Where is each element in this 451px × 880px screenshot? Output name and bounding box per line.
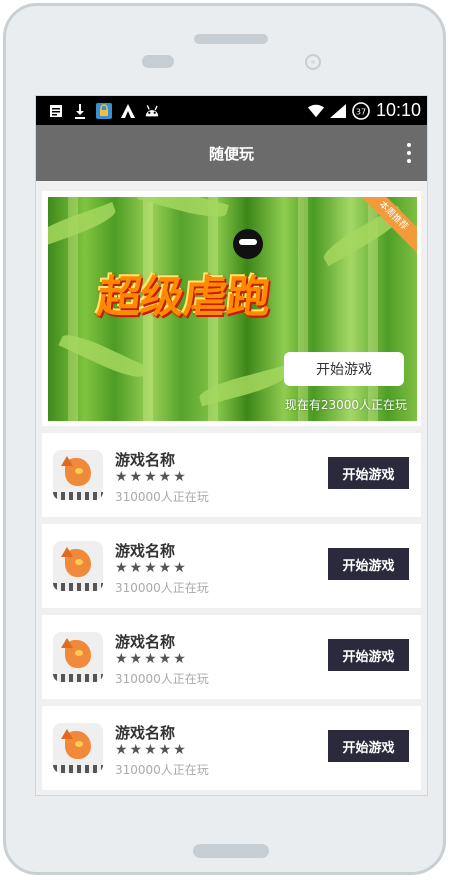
featured-start-button[interactable]: 开始游戏 <box>284 352 404 386</box>
players-count: 310000人正在玩 <box>115 672 209 686</box>
featured-card: 超级虐跑 本周推荐 开始游戏 现在有23000人正在玩 <box>42 191 421 426</box>
battery-level: 37 <box>356 107 366 116</box>
sensor <box>142 55 174 68</box>
phone-frame: 37 10:10 随便玩 超级虐跑 本周推荐 开始游戏 现在有23000人正在玩… <box>3 3 446 875</box>
players-count: 310000人正在玩 <box>115 581 209 595</box>
star-rating: ★★★★★ <box>115 651 188 667</box>
game-icon <box>53 450 103 500</box>
ninja-icon <box>233 229 263 259</box>
game-icon <box>53 632 103 682</box>
start-game-button[interactable]: 开始游戏 <box>328 730 409 762</box>
signal-icon <box>329 103 346 119</box>
lock-app-icon <box>96 102 112 119</box>
list-item[interactable]: 游戏名称 ★★★★★ 310000人正在玩 开始游戏 <box>42 615 421 699</box>
clock: 10:10 <box>375 100 421 120</box>
featured-players-count: 现在有23000人正在玩 <box>284 398 407 412</box>
home-button[interactable] <box>193 844 269 858</box>
game-name: 游戏名称 <box>115 633 176 651</box>
featured-banner[interactable]: 超级虐跑 本周推荐 开始游戏 现在有23000人正在玩 <box>48 197 417 421</box>
players-count: 310000人正在玩 <box>115 763 209 777</box>
start-game-button[interactable]: 开始游戏 <box>328 639 409 671</box>
status-bar: 37 10:10 <box>36 96 427 125</box>
star-rating: ★★★★★ <box>115 560 188 576</box>
start-game-button[interactable]: 开始游戏 <box>328 457 409 489</box>
game-name: 游戏名称 <box>115 451 176 469</box>
speaker-grille <box>194 34 268 44</box>
game-icon <box>53 723 103 773</box>
game-icon <box>53 541 103 591</box>
screen: 37 10:10 随便玩 超级虐跑 本周推荐 开始游戏 现在有23000人正在玩… <box>35 95 428 796</box>
featured-game-title: 超级虐跑 <box>94 272 273 323</box>
wifi-icon <box>307 103 324 119</box>
document-icon <box>48 103 64 119</box>
download-icon <box>72 103 88 119</box>
star-rating: ★★★★★ <box>115 469 188 485</box>
game-list: 超级虐跑 本周推荐 开始游戏 现在有23000人正在玩 游戏名称 ★★★★★ 3… <box>36 181 427 790</box>
star-rating: ★★★★★ <box>115 742 188 758</box>
app-bar: 随便玩 <box>36 125 427 181</box>
front-camera <box>305 54 321 70</box>
page-title: 随便玩 <box>208 144 254 163</box>
players-count: 310000人正在玩 <box>115 490 209 504</box>
list-item[interactable]: 游戏名称 ★★★★★ 310000人正在玩 开始游戏 <box>42 433 421 517</box>
more-vert-icon[interactable] <box>405 143 413 163</box>
game-name: 游戏名称 <box>115 724 176 742</box>
battery-icon: 37 <box>352 101 370 120</box>
list-item[interactable]: 游戏名称 ★★★★★ 310000人正在玩 开始游戏 <box>42 706 421 790</box>
android-icon <box>144 103 160 119</box>
start-game-button[interactable]: 开始游戏 <box>328 548 409 580</box>
list-item[interactable]: 游戏名称 ★★★★★ 310000人正在玩 开始游戏 <box>42 524 421 608</box>
app-a-icon <box>120 103 136 119</box>
game-name: 游戏名称 <box>115 542 176 560</box>
